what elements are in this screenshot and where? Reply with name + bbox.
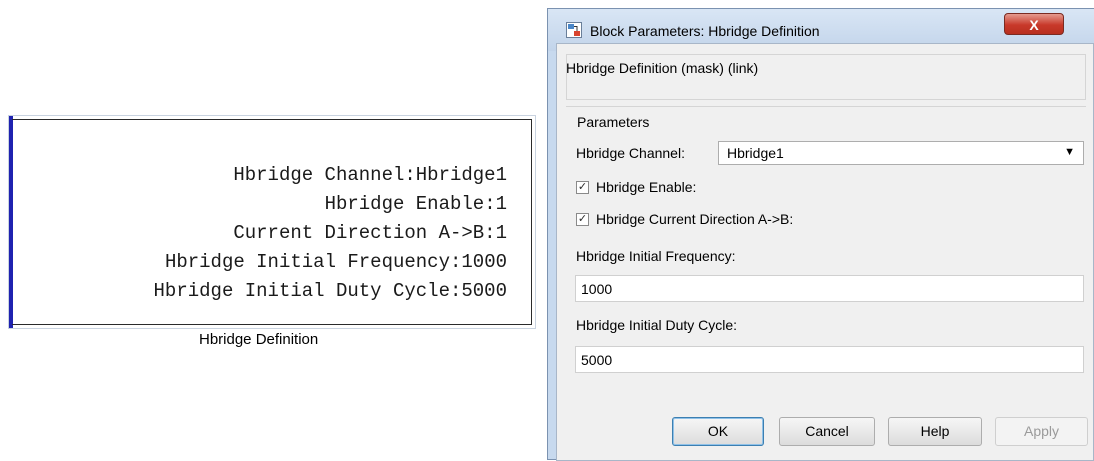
dialog-title: Block Parameters: Hbridge Definition [590, 23, 820, 39]
help-button[interactable]: Help [888, 417, 982, 446]
chevron-down-icon: ▼ [1064, 146, 1075, 158]
close-icon: X [1029, 17, 1039, 33]
block-line-enable: Hbridge Enable:1 [324, 193, 507, 215]
duty-input-value: 5000 [581, 352, 613, 368]
dialog-client-area: Hbridge Definition (mask) (link) Paramet… [556, 43, 1094, 461]
block-line-duty: Hbridge Initial Duty Cycle:5000 [153, 280, 507, 302]
channel-label: Hbridge Channel: [576, 145, 685, 161]
channel-select[interactable]: Hbridge1 ▼ [718, 141, 1084, 165]
checkmark-icon: ✓ [577, 181, 588, 193]
close-button[interactable]: X [1004, 13, 1064, 35]
block-caption[interactable]: Hbridge Definition [199, 331, 318, 348]
block-line-direction: Current Direction A->B:1 [233, 222, 507, 244]
frequency-input[interactable]: 1000 [575, 275, 1084, 302]
block-line-frequency: Hbridge Initial Frequency:1000 [164, 251, 507, 273]
block-parameters-dialog: Block Parameters: Hbridge Definition X H… [547, 8, 1094, 461]
ok-button[interactable]: OK [672, 417, 764, 446]
block-line-channel: Hbridge Channel:Hbridge1 [233, 164, 507, 186]
apply-button[interactable]: Apply [995, 417, 1088, 446]
simulink-block-icon [566, 22, 582, 38]
checkmark-icon: ✓ [577, 213, 588, 225]
duty-input[interactable]: 5000 [575, 346, 1084, 373]
block-text-lines: Hbridge Channel:Hbridge1 Hbridge Enable:… [154, 161, 507, 306]
frequency-input-value: 1000 [581, 281, 613, 297]
frequency-label: Hbridge Initial Frequency: [576, 248, 736, 264]
mask-title: Hbridge Definition (mask) (link) [566, 60, 759, 76]
enable-label: Hbridge Enable: [596, 179, 697, 195]
direction-checkbox[interactable]: ✓ [576, 213, 589, 226]
hbridge-definition-block[interactable]: Hbridge Channel:Hbridge1 Hbridge Enable:… [8, 115, 536, 329]
duty-label: Hbridge Initial Duty Cycle: [576, 317, 738, 333]
channel-select-value: Hbridge1 [727, 145, 784, 161]
parameters-label: Parameters [577, 114, 650, 130]
enable-checkbox[interactable]: ✓ [576, 181, 589, 194]
cancel-button[interactable]: Cancel [779, 417, 875, 446]
direction-label: Hbridge Current Direction A->B: [596, 211, 794, 227]
